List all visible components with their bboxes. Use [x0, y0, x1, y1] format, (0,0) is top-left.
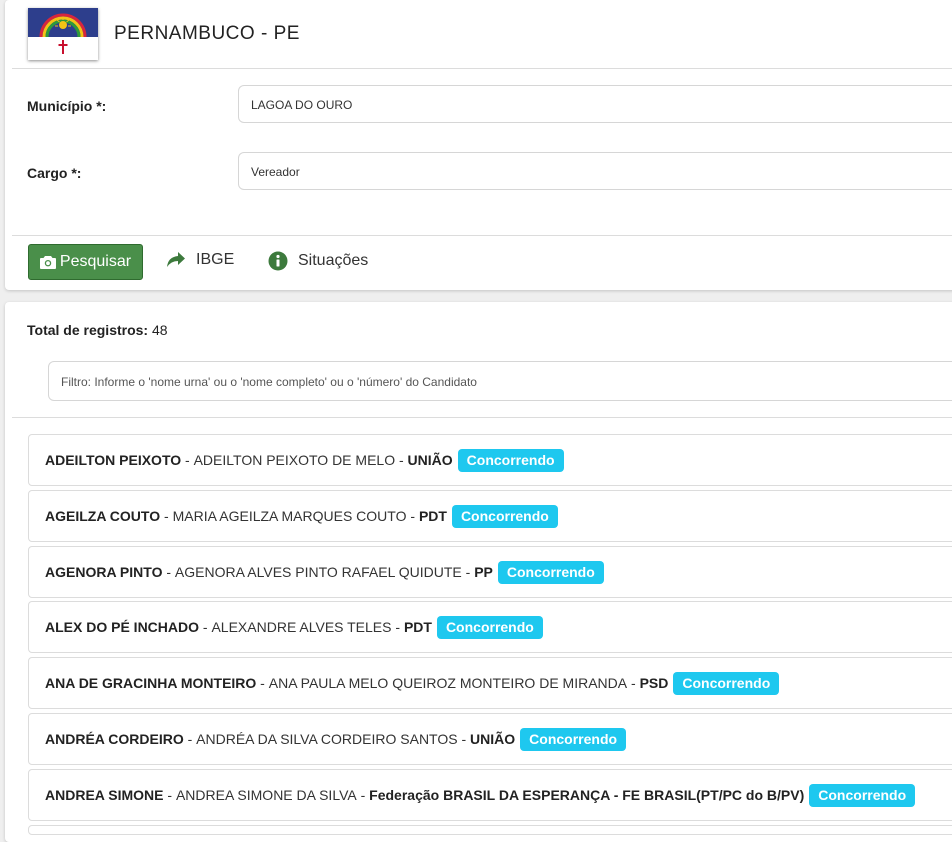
pernambuco-flag-icon: [28, 8, 98, 60]
candidate-party: UNIÃO: [407, 452, 453, 468]
candidate-urna-name: ADEILTON PEIXOTO: [45, 452, 182, 468]
status-badge: Concorrendo: [451, 504, 558, 528]
situacoes-link[interactable]: Situações: [268, 251, 368, 271]
candidate-row[interactable]: ANDRÉA CORDEIRO - ANDRÉA DA SILVA CORDEI…: [28, 713, 952, 765]
candidate-filter-input[interactable]: Filtro: Informe o 'nome urna' ou o 'nome…: [48, 361, 952, 401]
candidate-row[interactable]: AGENORA PINTO - AGENORA ALVES PINTO RAFA…: [28, 546, 952, 598]
search-button[interactable]: Pesquisar: [28, 244, 143, 280]
candidate-full-name: ANDREA SIMONE DA SILVA: [175, 787, 357, 803]
municipio-select[interactable]: LAGOA DO OURO: [238, 85, 952, 123]
total-records-label: Total de registros:: [27, 322, 149, 338]
state-title: PERNAMBUCO - PE: [114, 23, 300, 44]
camera-icon: [39, 256, 56, 269]
cargo-label: Cargo *:: [27, 165, 82, 181]
candidate-row[interactable]: AGEILZA COUTO - MARIA AGEILZA MARQUES CO…: [28, 490, 952, 542]
candidate-party: Federação BRASIL DA ESPERANÇA - FE BRASI…: [369, 787, 805, 803]
cargo-select[interactable]: Vereador: [238, 152, 952, 190]
candidate-party: PDT: [418, 508, 447, 524]
candidate-urna-name: ANA DE GRACINHA MONTEIRO: [45, 675, 257, 691]
candidate-urna-name: AGENORA PINTO: [45, 564, 163, 580]
divider: [12, 235, 952, 236]
candidate-row[interactable]: ANDREA SIMONE - ANDREA SIMONE DA SILVA -…: [28, 769, 952, 821]
candidate-party: PDT: [403, 619, 432, 635]
municipio-label: Município *:: [27, 98, 107, 114]
candidate-urna-name: ANDREA SIMONE: [45, 787, 164, 803]
divider: [12, 417, 952, 418]
status-badge: Concorrendo: [436, 615, 543, 639]
candidate-party: PSD: [639, 675, 669, 691]
total-records-value: 48: [151, 322, 168, 338]
status-badge: Concorrendo: [457, 448, 564, 472]
status-badge: Concorrendo: [673, 671, 780, 695]
candidate-full-name: MARIA AGEILZA MARQUES COUTO: [172, 508, 407, 524]
info-icon: [268, 251, 288, 271]
candidate-urna-name: ALEX DO PÉ INCHADO: [45, 619, 200, 635]
candidate-party: UNIÃO: [470, 731, 516, 747]
status-badge: Concorrendo: [497, 560, 604, 584]
situacoes-link-label: Situações: [298, 252, 369, 269]
candidate-full-name: ANA PAULA MELO QUEIROZ MONTEIRO DE MIRAN…: [268, 675, 628, 691]
candidate-urna-name: AGEILZA COUTO: [45, 508, 161, 524]
search-button-label: Pesquisar: [59, 253, 132, 270]
candidate-full-name: ALEXANDRE ALVES TELES: [211, 619, 392, 635]
divider: [12, 68, 952, 69]
status-badge: Concorrendo: [809, 783, 916, 807]
candidate-row[interactable]: ALEX DO PÉ INCHADO - ALEXANDRE ALVES TEL…: [28, 601, 952, 653]
ibge-link[interactable]: IBGE: [166, 251, 234, 269]
candidate-full-name: ADEILTON PEIXOTO DE MELO: [193, 452, 396, 468]
share-arrow-icon: [167, 252, 185, 267]
candidate-full-name: ANDRÉA DA SILVA CORDEIRO SANTOS: [196, 731, 458, 747]
status-badge: Concorrendo: [520, 727, 627, 751]
total-records: Total de registros: 48: [27, 322, 168, 338]
candidate-full-name: AGENORA ALVES PINTO RAFAEL QUIDUTE: [174, 564, 462, 580]
ibge-link-label: IBGE: [196, 251, 235, 268]
candidate-row[interactable]: ANA DE GRACINHA MONTEIRO - ANA PAULA MEL…: [28, 657, 952, 709]
candidate-row[interactable]: ADEILTON PEIXOTO - ADEILTON PEIXOTO DE M…: [28, 434, 952, 486]
candidate-urna-name: ANDRÉA CORDEIRO: [45, 731, 184, 747]
candidate-party: PP: [474, 564, 493, 580]
